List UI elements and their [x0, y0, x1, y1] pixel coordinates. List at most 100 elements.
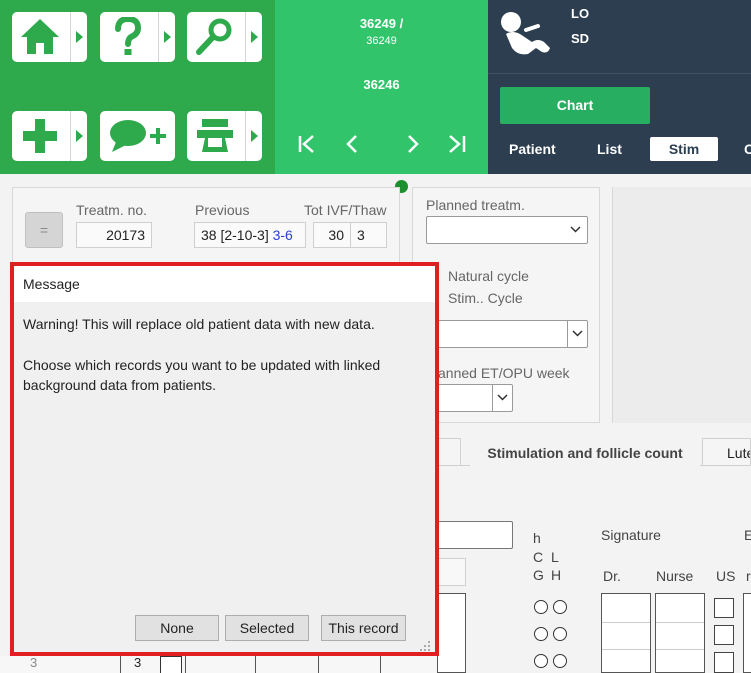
nurse-label: Nurse [656, 568, 694, 584]
chart-button[interactable]: Chart [500, 87, 650, 124]
planned-et-label: anned ET/OPU week [438, 365, 570, 381]
baby-icon [498, 8, 554, 58]
tab-list[interactable]: List [597, 137, 622, 161]
tot-thaw-field[interactable]: 3 [350, 222, 387, 248]
first-record-icon[interactable] [296, 131, 318, 157]
col-h2-label: H [551, 567, 562, 583]
last-record-icon[interactable] [446, 131, 468, 157]
help-menu-arrow[interactable] [158, 12, 175, 62]
next-record-icon[interactable] [402, 131, 424, 157]
dr-signature-column[interactable] [601, 593, 651, 673]
previous-record-icon[interactable] [341, 131, 363, 157]
header-divider [488, 73, 751, 74]
patient-id-line1: 36249 / [359, 16, 404, 31]
tot-ivf-field[interactable]: 30 [313, 222, 351, 248]
hcg-radio-3[interactable] [534, 654, 548, 668]
patient-line1: LO [571, 6, 590, 21]
previous-value: 38 [2-10-3] [201, 227, 269, 243]
dialog-title[interactable]: Message [14, 266, 435, 302]
signature-label: Signature [601, 527, 661, 543]
tab-stimulation-follicle-count[interactable]: Stimulation and follicle count [470, 438, 700, 466]
hcg-radio-1[interactable] [534, 600, 548, 614]
row-divider [120, 656, 121, 673]
follicle-input-small[interactable] [437, 558, 466, 586]
e-column[interactable] [743, 593, 751, 673]
add-menu-arrow[interactable] [70, 111, 87, 161]
none-button[interactable]: None [135, 615, 219, 641]
home-button[interactable] [12, 12, 87, 62]
col-l-label: L [551, 549, 559, 565]
row-number: 3 [30, 655, 38, 670]
table-row: 3 3 [0, 655, 437, 673]
planned-treatm-label: Planned treatm. [426, 197, 525, 213]
treatm-no-field[interactable]: 20173 [76, 222, 152, 248]
add-icon [18, 116, 70, 156]
home-menu-arrow[interactable] [70, 12, 87, 62]
tab-stim[interactable]: Stim [650, 137, 718, 161]
search-button[interactable] [187, 12, 262, 62]
cycle-type-select[interactable] [426, 320, 588, 348]
treatment-panel: = Treatm. no. 20173 Previous 38 [2-10-3]… [12, 187, 400, 267]
add-message-icon [106, 116, 174, 156]
patient-id-line3: 36246 [363, 77, 400, 92]
equals-button[interactable]: = [25, 212, 63, 248]
nurse-signature-column[interactable] [655, 593, 705, 673]
hcg-radio-2[interactable] [534, 627, 548, 641]
message-dialog: Message Warning! This will replace old p… [14, 266, 435, 652]
us-checkbox-2[interactable] [714, 625, 734, 645]
tab-lute[interactable]: Lute [702, 438, 751, 466]
resize-grip-icon[interactable] [420, 638, 430, 651]
search-menu-arrow[interactable] [245, 12, 262, 62]
natural-cycle-label: Natural cycle [448, 268, 529, 284]
us-label: US [716, 568, 736, 584]
dropdown-button [492, 385, 512, 411]
previous-link[interactable]: 3-6 [273, 227, 293, 243]
row-divider [380, 656, 381, 673]
this-record-button[interactable]: This record [321, 615, 406, 641]
previous-field[interactable]: 38 [2-10-3] 3-6 [194, 222, 306, 248]
lh-radio-2[interactable] [553, 627, 567, 641]
chevron-down-icon [570, 226, 581, 233]
tab-patient[interactable]: Patient [509, 137, 556, 161]
dialog-instruction-text: Choose which records you want to be upda… [23, 357, 381, 393]
add-button[interactable] [12, 111, 87, 161]
lh-radio-3[interactable] [553, 654, 567, 668]
patient-line2: SD [571, 31, 590, 46]
col-g-label: G [533, 567, 544, 583]
row-divider [255, 656, 256, 673]
us-checkbox-3[interactable] [714, 652, 734, 673]
help-button[interactable] [100, 12, 175, 62]
dr-label: Dr. [603, 568, 621, 584]
home-icon [18, 17, 70, 57]
treatm-no-label: Treatm. no. [76, 202, 148, 218]
chevron-down-icon [497, 394, 508, 401]
us-checkbox-1[interactable] [714, 598, 734, 618]
planned-treatment-panel: Planned treatm. Natural cycle Stim.. Cyc… [412, 187, 600, 423]
device-icon [193, 116, 245, 156]
main-toolbar [0, 0, 275, 174]
col-h-label: h [533, 530, 541, 546]
col-e-label: E [744, 527, 751, 543]
device-button[interactable] [187, 111, 262, 161]
planned-et-select[interactable] [426, 384, 513, 412]
selected-button[interactable]: Selected [225, 615, 309, 641]
device-menu-arrow[interactable] [245, 111, 262, 161]
search-icon [193, 17, 245, 57]
col-c-label: C [533, 549, 544, 565]
patient-header: LO SD Chart Patient List Stim C [488, 0, 751, 174]
help-icon [106, 15, 158, 57]
add-message-button[interactable] [100, 111, 175, 161]
dropdown-button [567, 321, 587, 347]
row-value: 3 [134, 655, 142, 670]
patient-navigator: 36249 / 36249 36246 [275, 0, 488, 174]
row-checkbox[interactable] [160, 656, 182, 673]
planned-treatm-select[interactable] [426, 216, 588, 244]
previous-label: Previous [195, 202, 250, 218]
follicle-input[interactable] [437, 521, 513, 549]
tab-c[interactable]: C [744, 137, 751, 161]
row-divider [185, 656, 186, 673]
lh-radio-1[interactable] [553, 600, 567, 614]
follicle-column[interactable] [437, 593, 466, 673]
dialog-warning-text: Warning! This will replace old patient d… [23, 316, 375, 332]
right-panel [612, 187, 751, 423]
